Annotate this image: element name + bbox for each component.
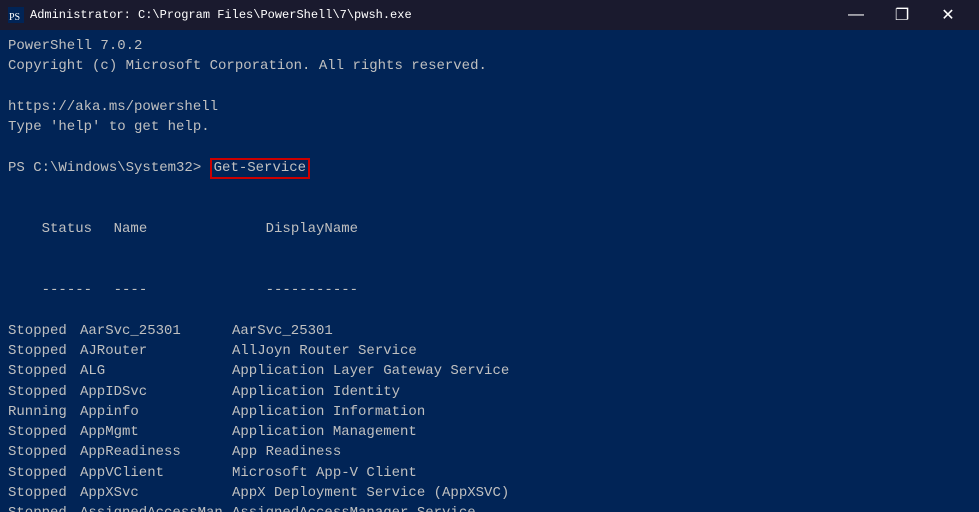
service-status: Stopped [8, 503, 80, 512]
table-row: StoppedAJRouterAllJoyn Router Service [8, 341, 971, 361]
title-bar: PS Administrator: C:\Program Files\Power… [0, 0, 979, 30]
service-name: AppMgmt [80, 422, 232, 442]
table-row: StoppedAppVClientMicrosoft App-V Client [8, 463, 971, 483]
svg-text:PS: PS [9, 12, 20, 23]
command-get-service[interactable]: Get-Service [210, 158, 310, 179]
service-status: Stopped [8, 483, 80, 503]
prompt-line: PS C:\Windows\System32> Get-Service [8, 158, 971, 179]
table-row: StoppedAppMgmtApplication Management [8, 422, 971, 442]
service-name: AppVClient [80, 463, 232, 483]
separator-row: --------------------- [8, 260, 971, 321]
table-row: RunningAppinfoApplication Information [8, 402, 971, 422]
table-row: StoppedALGApplication Layer Gateway Serv… [8, 361, 971, 381]
service-status: Stopped [8, 463, 80, 483]
table-row: StoppedAppXSvcAppX Deployment Service (A… [8, 483, 971, 503]
prompt-text: PS C:\Windows\System32> [8, 158, 210, 178]
col-status-header: Status [42, 219, 114, 239]
service-display: App Readiness [232, 442, 341, 462]
service-status: Stopped [8, 321, 80, 341]
service-status: Running [8, 402, 80, 422]
service-name: AarSvc_25301 [80, 321, 232, 341]
col-status-sep: ------ [42, 280, 114, 300]
powershell-version: PowerShell 7.0.2 [8, 36, 971, 56]
help-line: Type 'help' to get help. [8, 117, 971, 137]
terminal-body: PowerShell 7.0.2 Copyright (c) Microsoft… [0, 30, 979, 512]
col-display-sep: ----------- [266, 280, 358, 300]
service-display: Application Information [232, 402, 425, 422]
table-row: StoppedAppReadinessApp Readiness [8, 442, 971, 462]
service-status: Stopped [8, 382, 80, 402]
close-button[interactable]: ✕ [925, 0, 971, 30]
service-name: AssignedAccessMan... [80, 503, 232, 512]
service-name: AppIDSvc [80, 382, 232, 402]
header-row: StatusNameDisplayName [8, 199, 971, 260]
copyright-line: Copyright (c) Microsoft Corporation. All… [8, 56, 971, 76]
service-name: AJRouter [80, 341, 232, 361]
table-row: StoppedAarSvc_25301AarSvc_25301 [8, 321, 971, 341]
blank-3 [8, 179, 971, 199]
service-list: StoppedAarSvc_25301AarSvc_25301StoppedAJ… [8, 321, 971, 512]
service-status: Stopped [8, 442, 80, 462]
service-name: AppXSvc [80, 483, 232, 503]
powershell-icon: PS [8, 7, 24, 23]
service-display: Application Management [232, 422, 417, 442]
minimize-button[interactable]: — [833, 0, 879, 30]
blank-1 [8, 77, 971, 97]
service-status: Stopped [8, 341, 80, 361]
service-display: Application Layer Gateway Service [232, 361, 509, 381]
service-display: AarSvc_25301 [232, 321, 333, 341]
col-display-header: DisplayName [266, 219, 358, 239]
service-display: AllJoyn Router Service [232, 341, 417, 361]
table-row: StoppedAppIDSvcApplication Identity [8, 382, 971, 402]
table-row: StoppedAssignedAccessMan...AssignedAcces… [8, 503, 971, 512]
service-display: AssignedAccessManager Service [232, 503, 476, 512]
service-name: Appinfo [80, 402, 232, 422]
service-status: Stopped [8, 422, 80, 442]
service-name: AppReadiness [80, 442, 232, 462]
col-name-sep: ---- [114, 280, 266, 300]
blank-2 [8, 137, 971, 157]
service-display: Application Identity [232, 382, 400, 402]
service-status: Stopped [8, 361, 80, 381]
service-name: ALG [80, 361, 232, 381]
maximize-button[interactable]: ❐ [879, 0, 925, 30]
service-display: AppX Deployment Service (AppXSVC) [232, 483, 509, 503]
title-text: Administrator: C:\Program Files\PowerShe… [30, 8, 412, 22]
service-display: Microsoft App-V Client [232, 463, 417, 483]
col-name-header: Name [114, 219, 266, 239]
url-line: https://aka.ms/powershell [8, 97, 971, 117]
